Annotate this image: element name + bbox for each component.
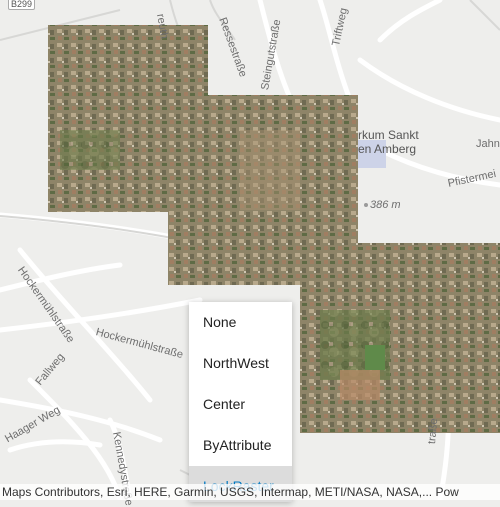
layout-dropdown-menu: None NorthWest Center ByAttribute LockRa…	[189, 302, 292, 502]
menu-item-northwest[interactable]: NorthWest	[189, 343, 292, 384]
elevation-label: 386 m	[370, 199, 401, 211]
place-label: en Amberg	[358, 142, 417, 156]
map-attribution: Maps Contributors, Esri, HERE, Garmin, U…	[0, 484, 500, 500]
street-label: traße	[426, 417, 441, 445]
menu-item-center[interactable]: Center	[189, 384, 292, 425]
place-label: rkum Sankt	[358, 128, 419, 142]
menu-item-none[interactable]: None	[189, 302, 292, 343]
menu-item-byattribute[interactable]: ByAttribute	[189, 425, 292, 466]
street-label: Jahnst	[476, 138, 500, 150]
